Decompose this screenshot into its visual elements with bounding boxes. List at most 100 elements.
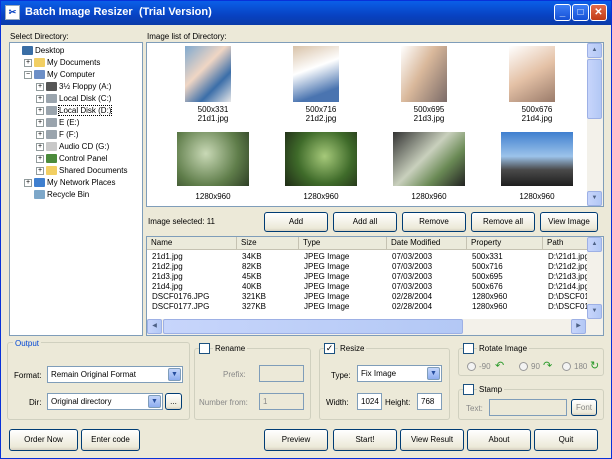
- width-input[interactable]: 1024: [357, 393, 382, 410]
- column-header[interactable]: Size: [237, 237, 299, 250]
- rotate-checkbox[interactable]: [463, 343, 474, 354]
- image-list-label: Image list of Directory:: [147, 32, 227, 41]
- column-header[interactable]: Name: [147, 237, 237, 250]
- scroll-right-icon[interactable]: ▶: [571, 319, 586, 334]
- thumbnail-image[interactable]: [185, 46, 231, 102]
- height-input[interactable]: 768: [417, 393, 442, 410]
- enter-code-button[interactable]: Enter code: [81, 429, 140, 451]
- expand-icon[interactable]: +: [36, 130, 44, 139]
- column-header[interactable]: Date Modified: [387, 237, 467, 250]
- scroll-thumb[interactable]: [587, 59, 602, 119]
- table-row[interactable]: DSCF0176.JPG 321KB JPEG Image 02/28/2004 128…: [147, 292, 603, 302]
- collapse-icon[interactable]: −: [24, 70, 32, 79]
- dir-label: Dir:: [29, 398, 42, 407]
- remove-all-button[interactable]: Remove all: [471, 212, 535, 232]
- expand-icon[interactable]: +: [36, 94, 44, 103]
- rotate-cw90-radio[interactable]: [519, 362, 528, 371]
- tree-item[interactable]: + Audio CD (G:): [36, 142, 109, 154]
- type-label: Type:: [331, 371, 351, 380]
- quit-button[interactable]: Quit: [534, 429, 598, 451]
- scroll-thumb[interactable]: [163, 319, 463, 334]
- expand-icon[interactable]: +: [36, 154, 44, 163]
- tree-item[interactable]: + Shared Documents: [36, 166, 127, 178]
- minimize-button[interactable]: _: [554, 4, 571, 21]
- order-now-button[interactable]: Order Now: [9, 429, 78, 451]
- tree-item[interactable]: + E (E:): [36, 118, 79, 130]
- rotate-ccw90-radio[interactable]: [467, 362, 476, 371]
- thumbnail-panel[interactable]: 500x331 21d1.jpg 500x716 21d2.jpg 500x695 21d…: [146, 42, 604, 207]
- view-image-button[interactable]: View Image: [540, 212, 598, 232]
- preview-button[interactable]: Preview: [264, 429, 328, 451]
- tree-item[interactable]: + F (F:): [36, 130, 79, 142]
- tree-item[interactable]: − My Computer: [24, 70, 95, 82]
- list-vertical-scrollbar[interactable]: ▲ ▼: [587, 237, 603, 319]
- resize-checkbox[interactable]: ✓: [324, 343, 335, 354]
- title-bar[interactable]: ✂ Batch Image Resizer (Trial Version) _ …: [1, 1, 611, 25]
- scroll-down-icon[interactable]: ▼: [587, 304, 602, 319]
- tree-item[interactable]: + Local Disk (D:): [36, 105, 113, 118]
- format-select[interactable]: Remain Original Format ▼: [47, 366, 183, 383]
- thumbnail-image[interactable]: [177, 132, 249, 186]
- expand-icon[interactable]: +: [24, 178, 32, 187]
- expand-icon[interactable]: +: [36, 82, 44, 91]
- expand-icon[interactable]: +: [24, 58, 32, 67]
- start-button[interactable]: Start!: [333, 429, 397, 451]
- tree-item[interactable]: +3½ Floppy (A:): [36, 82, 111, 94]
- tree-item[interactable]: + My Documents: [24, 58, 100, 70]
- thumbnail-image[interactable]: [293, 46, 339, 102]
- expand-icon[interactable]: +: [36, 118, 44, 127]
- expand-icon[interactable]: +: [36, 142, 44, 151]
- stamp-checkbox[interactable]: [463, 384, 474, 395]
- view-result-button[interactable]: View Result: [400, 429, 464, 451]
- column-header[interactable]: Property: [467, 237, 543, 250]
- table-row[interactable]: 21d4.jpg 40KB JPEG Image 07/03/2003 500x676 D…: [147, 282, 603, 292]
- dir-select[interactable]: Original directory ▼: [47, 393, 163, 410]
- table-cell: 07/03/2003: [392, 282, 433, 291]
- remove-button[interactable]: Remove: [402, 212, 466, 232]
- scroll-left-icon[interactable]: ◀: [147, 319, 162, 334]
- table-row[interactable]: 21d1.jpg 34KB JPEG Image 07/03/2003 500x331 D…: [147, 252, 603, 262]
- thumbnail-image[interactable]: [285, 132, 357, 186]
- maximize-button[interactable]: □: [572, 4, 589, 21]
- add-button[interactable]: Add: [264, 212, 328, 232]
- scroll-up-icon[interactable]: ▲: [587, 237, 602, 252]
- table-row[interactable]: 21d3.jpg 45KB JPEG Image 07/03/2003 500x695 D…: [147, 272, 603, 282]
- thumbnail-image[interactable]: [393, 132, 465, 186]
- about-button[interactable]: About: [467, 429, 531, 451]
- number-from-input[interactable]: 1: [259, 393, 304, 410]
- add-all-button[interactable]: Add all: [333, 212, 397, 232]
- tree-item[interactable]: + Local Disk (C:): [36, 94, 111, 106]
- directory-tree[interactable]: Desktop + My Documents − My Computer +3½ Flop…: [9, 42, 143, 336]
- stamp-text-input[interactable]: [489, 399, 567, 416]
- scroll-down-icon[interactable]: ▼: [587, 191, 602, 206]
- table-cell: 21d3.jpg: [152, 272, 183, 281]
- tree-item[interactable]: + Control Panel: [36, 154, 107, 166]
- resize-type-select[interactable]: Fix Image ▼: [357, 365, 442, 382]
- table-cell: D:\21d2.jpg: [548, 262, 589, 271]
- table-row[interactable]: 21d2.jpg 82KB JPEG Image 07/03/2003 500x716 D…: [147, 262, 603, 272]
- rotate-180-radio[interactable]: [562, 362, 571, 371]
- file-list[interactable]: Name Size Type Date Modified Property Path 21d…: [146, 236, 604, 336]
- rename-checkbox[interactable]: [199, 343, 210, 354]
- scroll-up-icon[interactable]: ▲: [587, 43, 602, 58]
- table-cell: 40KB: [242, 282, 262, 291]
- list-horizontal-scrollbar[interactable]: ◀ ▶: [147, 319, 603, 335]
- computer-icon: [34, 70, 45, 80]
- thumbnail-image[interactable]: [509, 46, 555, 102]
- expand-icon[interactable]: +: [36, 166, 44, 175]
- thumbnail-image[interactable]: [501, 132, 573, 186]
- close-button[interactable]: ✕: [590, 4, 607, 21]
- browse-button[interactable]: ...: [165, 393, 182, 410]
- column-header[interactable]: Type: [299, 237, 387, 250]
- font-button[interactable]: Font: [571, 399, 597, 416]
- thumbnail-scrollbar[interactable]: ▲ ▼: [587, 43, 603, 206]
- prefix-input[interactable]: [259, 365, 304, 382]
- tree-item[interactable]: + My Network Places: [24, 178, 115, 190]
- thumbnail-caption: 500x676 21d4.jpg: [492, 105, 582, 123]
- thumbnail-filename: 21d4.jpg: [521, 114, 553, 123]
- tree-item[interactable]: Desktop: [12, 46, 64, 58]
- table-row[interactable]: DSCF0177.JPG 327KB JPEG Image 02/28/2004 128…: [147, 302, 603, 312]
- tree-item[interactable]: Recycle Bin: [24, 190, 89, 202]
- thumbnail-image[interactable]: [401, 46, 447, 102]
- expand-icon[interactable]: +: [36, 106, 44, 115]
